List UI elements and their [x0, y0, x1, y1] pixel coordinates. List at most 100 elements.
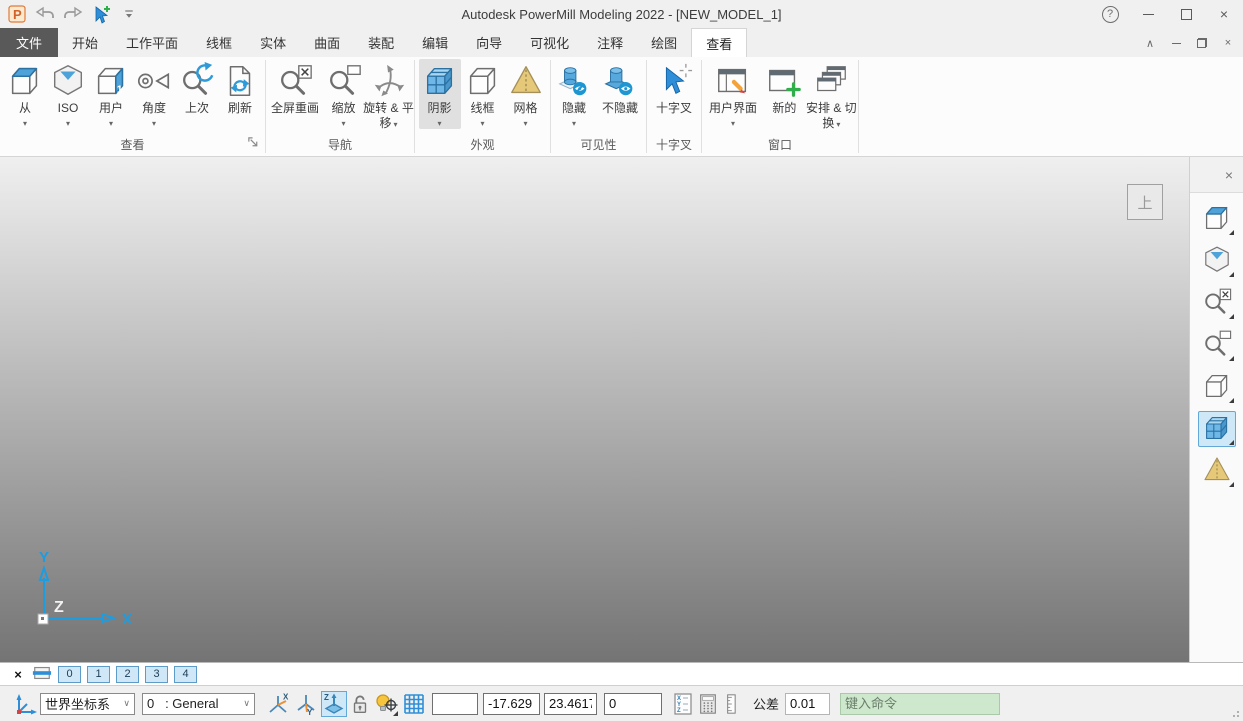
snap-grid-button[interactable]	[401, 691, 427, 717]
levels-icon[interactable]	[32, 663, 52, 686]
tab-start[interactable]: 开始	[58, 28, 112, 57]
crosshair-button[interactable]: 十字叉	[650, 59, 698, 117]
new-window-button[interactable]: 新的	[765, 59, 804, 117]
view-user-button[interactable]: 用户 ▾	[90, 59, 132, 129]
maximize-button[interactable]	[1167, 0, 1205, 28]
lock-button[interactable]	[349, 691, 371, 717]
wireframe-button[interactable]: 线框 ▾	[462, 59, 504, 129]
dropdown-arrow-icon: ▾	[23, 119, 27, 128]
arrange-switch-button[interactable]: 安排 & 切换▾	[805, 59, 858, 133]
side-wireframe-button[interactable]	[1198, 369, 1236, 405]
view-along-x-button[interactable]	[265, 691, 291, 717]
view-angle-button[interactable]: 角度 ▾	[133, 59, 175, 129]
shading-button[interactable]: 阴影 ▾	[419, 59, 461, 129]
stacked-windows-icon	[811, 61, 851, 101]
level-bar-close-button[interactable]: ×	[10, 667, 26, 682]
aux-input[interactable]	[432, 693, 478, 715]
close-button[interactable]: ×	[1205, 0, 1243, 28]
coordinate-z-input[interactable]	[604, 693, 662, 715]
collapse-ribbon-button[interactable]: ∧	[1139, 34, 1161, 52]
pick-cursor-button[interactable]	[90, 3, 112, 25]
zoom-button[interactable]: 缩放 ▾	[325, 59, 362, 129]
rotate-pan-button[interactable]: 旋转 & 平移▾	[363, 59, 414, 133]
ribbon-tab-bar: 文件 开始 工作平面 线框 实体 曲面 装配 编辑 向导 可视化 注释 绘图 查…	[0, 28, 1243, 57]
axis-x-label: X	[122, 611, 132, 628]
side-zoom-button[interactable]	[1198, 327, 1236, 363]
unhide-button[interactable]: 不隐藏	[596, 59, 644, 117]
doc-restore-button[interactable]	[1191, 34, 1213, 52]
level-button-0[interactable]: 0	[58, 666, 81, 683]
refresh-button[interactable]: 刷新	[219, 59, 261, 117]
magnifier-expand-icon	[275, 61, 315, 101]
redo-button[interactable]	[62, 3, 84, 25]
help-button[interactable]: ?	[1091, 0, 1129, 28]
full-redraw-button[interactable]: 全屏重画	[266, 59, 324, 117]
orientation-top-button[interactable]: 上	[1127, 184, 1163, 220]
user-interface-button[interactable]: 用户界面 ▾	[702, 59, 764, 129]
view-dialog-launcher[interactable]	[247, 136, 260, 152]
minimize-button[interactable]	[1129, 0, 1167, 28]
tolerance-input[interactable]	[785, 693, 830, 715]
undo-button[interactable]	[34, 3, 56, 25]
ribbon-group-navigation: 全屏重画 缩放 ▾ 旋转 & 平移▾ 导航	[266, 57, 414, 156]
side-full-redraw-button[interactable]	[1198, 285, 1236, 321]
status-bar: 世界坐标系 ∨ 0 : General ∨ 公差	[0, 685, 1243, 721]
group-label-view: 查看	[0, 136, 265, 156]
level-button-4[interactable]: 4	[174, 666, 197, 683]
highlight-locate-button[interactable]	[373, 691, 399, 717]
tab-file[interactable]: 文件	[0, 28, 58, 57]
tab-drawing[interactable]: 绘图	[637, 28, 691, 57]
tab-annotate[interactable]: 注释	[583, 28, 637, 57]
hide-button[interactable]: 隐藏 ▾	[553, 59, 595, 129]
view-along-y-button[interactable]	[293, 691, 319, 717]
axis-indicator: Y X Z	[26, 548, 138, 638]
viewport-canvas[interactable]: 上 Y X Z	[0, 157, 1189, 662]
axis-y-label: Y	[39, 549, 49, 566]
tab-assembly[interactable]: 装配	[354, 28, 408, 57]
group-label-crosshair: 十字叉	[647, 136, 701, 156]
qat-customize-button[interactable]	[118, 3, 140, 25]
dropdown-arrow-icon: ▾	[523, 119, 527, 128]
customize-toolbar-icon	[123, 8, 135, 20]
tab-wireframe[interactable]: 线框	[192, 28, 246, 57]
level-button-1[interactable]: 1	[87, 666, 110, 683]
xyz-position-button[interactable]	[671, 691, 695, 717]
side-shading-button[interactable]	[1198, 411, 1236, 447]
tab-edit[interactable]: 编辑	[408, 28, 462, 57]
view-iso-button[interactable]: ISO ▾	[47, 59, 89, 129]
doc-close-button[interactable]: ×	[1217, 34, 1239, 52]
redo-icon	[63, 5, 83, 23]
doc-minimize-button[interactable]	[1165, 34, 1187, 52]
side-view-iso-button[interactable]	[1198, 243, 1236, 279]
tab-workplane[interactable]: 工作平面	[112, 28, 192, 57]
help-icon: ?	[1102, 6, 1119, 23]
command-input[interactable]	[840, 693, 1000, 715]
quick-access-toolbar: P	[0, 3, 140, 25]
workplane-select[interactable]: 0 : General ∨	[142, 693, 255, 715]
cube-top-face-icon	[5, 61, 45, 101]
panel-close-button[interactable]: ×	[1225, 167, 1233, 183]
tab-visualize[interactable]: 可视化	[516, 28, 583, 57]
app-logo[interactable]: P	[6, 3, 28, 25]
measure-ruler-button[interactable]	[721, 691, 741, 717]
calculator-button[interactable]	[697, 691, 719, 717]
side-view-from-button[interactable]	[1198, 201, 1236, 237]
resize-grip[interactable]	[1229, 707, 1239, 717]
tab-wizard[interactable]: 向导	[462, 28, 516, 57]
tab-solid[interactable]: 实体	[246, 28, 300, 57]
ribbon-group-window: 用户界面 ▾ 新的 安排 & 切换▾ 窗口	[702, 57, 858, 156]
tab-view[interactable]: 查看	[691, 28, 747, 57]
side-mesh-button[interactable]	[1198, 453, 1236, 489]
coordinate-y-input[interactable]	[544, 693, 597, 715]
mesh-button[interactable]: 网格 ▾	[505, 59, 547, 129]
level-button-2[interactable]: 2	[116, 666, 139, 683]
coordinate-x-input[interactable]	[483, 693, 540, 715]
level-button-3[interactable]: 3	[145, 666, 168, 683]
coordinate-system-select[interactable]: 世界坐标系 ∨	[40, 693, 135, 715]
powermill-logo-icon: P	[8, 5, 26, 23]
view-from-button[interactable]: 从 ▾	[4, 59, 46, 129]
view-along-z-button[interactable]	[321, 691, 347, 717]
new-window-plus-icon	[764, 61, 804, 101]
tab-surface[interactable]: 曲面	[300, 28, 354, 57]
view-last-button[interactable]: 上次	[176, 59, 218, 117]
